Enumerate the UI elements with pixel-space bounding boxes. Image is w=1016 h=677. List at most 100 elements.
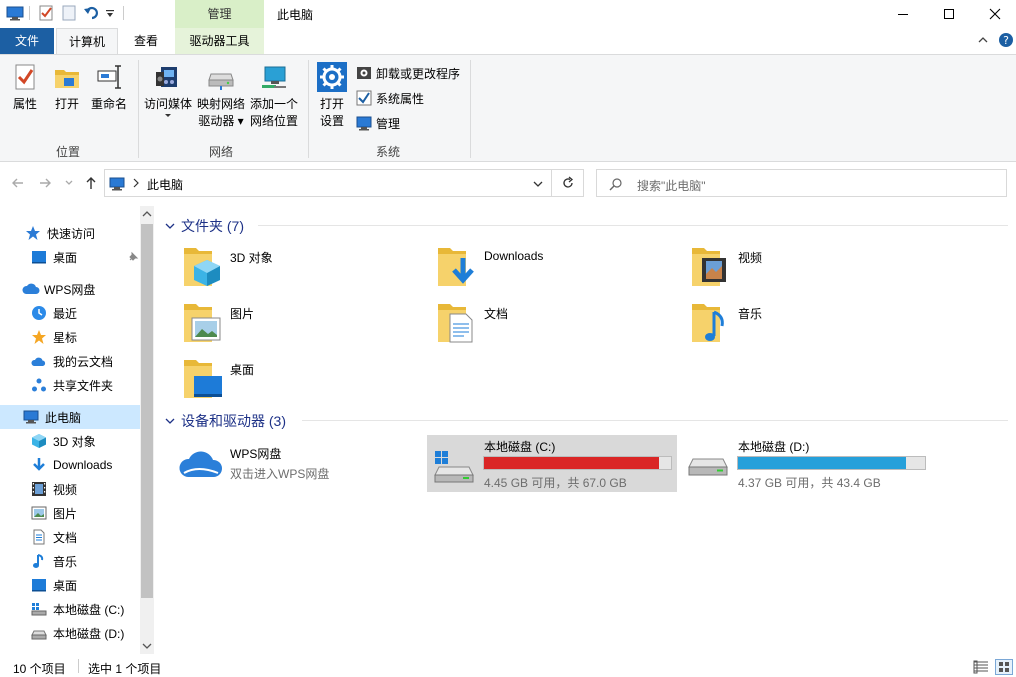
nav-label: Downloads — [53, 458, 113, 472]
nav-shared-folder[interactable]: 共享文件夹 — [31, 373, 113, 397]
properties-large-icon — [10, 62, 40, 92]
nav-recent[interactable]: 最近 — [31, 301, 77, 325]
nav-downloads[interactable]: Downloads — [31, 453, 112, 477]
rename-button[interactable]: 重命名 — [89, 62, 129, 113]
details-view-icon[interactable] — [973, 660, 989, 674]
tab-computer[interactable]: 计算机 — [56, 28, 118, 55]
folder-tile[interactable]: Downloads — [436, 241, 676, 291]
access-media-button[interactable]: 访问媒体 — [143, 62, 193, 119]
maximize-button[interactable] — [926, 0, 972, 28]
folder-documents-icon — [438, 304, 473, 343]
nav-wps[interactable]: WPS网盘 — [22, 277, 95, 301]
drive-c-tile[interactable]: 本地磁盘 (C:) 4.45 GB 可用，共 67.0 GB — [427, 435, 677, 492]
folder-tile[interactable]: 桌面 — [182, 353, 422, 403]
open-settings-button[interactable]: 打开 设置 — [314, 62, 350, 130]
devices-group-title: 设备和驱动器 (3) — [181, 413, 286, 429]
nav-this-pc[interactable]: 此电脑 — [23, 405, 81, 429]
close-button[interactable] — [972, 0, 1016, 28]
folder-tile[interactable]: 音乐 — [690, 297, 930, 347]
nav-scrollbar-thumb[interactable] — [141, 224, 153, 598]
properties-label: 属性 — [12, 97, 37, 111]
help-icon[interactable]: ? — [998, 32, 1014, 48]
pin-icon[interactable] — [127, 251, 139, 263]
uninstall-button[interactable]: 卸载或更改程序 — [356, 62, 460, 84]
system-drive-icon — [31, 603, 47, 616]
computer-icon — [109, 176, 125, 192]
system-properties-icon — [356, 90, 372, 106]
folder-tile[interactable]: 文档 — [436, 297, 676, 347]
nav-my-cloud-docs[interactable]: 我的云文档 — [31, 349, 113, 373]
nav-documents[interactable]: 文档 — [31, 525, 77, 549]
system-group-label: 系统 — [376, 145, 401, 159]
breadcrumb-chevron-icon[interactable] — [132, 178, 140, 188]
open-button[interactable]: 打开 — [50, 62, 84, 113]
tab-drive-tools[interactable]: 驱动器工具 — [175, 28, 264, 54]
up-arrow-icon[interactable] — [84, 176, 98, 190]
address-dropdown-icon[interactable] — [533, 180, 543, 188]
folders-group-header[interactable]: 文件夹 (7) — [165, 216, 244, 236]
folder-tile[interactable]: 图片 — [182, 297, 422, 347]
manage-button[interactable]: 管理 — [356, 112, 400, 134]
undo-icon[interactable] — [83, 4, 101, 22]
open-folder-icon — [52, 62, 82, 92]
refresh-button[interactable] — [552, 169, 584, 197]
nav-desktop-pinned[interactable]: 桌面 — [31, 245, 139, 269]
large-icons-view-button[interactable] — [995, 659, 1013, 675]
wps-drive-tile[interactable]: WPS网盘 双击进入WPS网盘 — [178, 437, 418, 489]
drive-d-name: 本地磁盘 (D:) — [738, 440, 810, 454]
minimize-button[interactable] — [880, 0, 926, 28]
wps-drive-text: WPS网盘 双击进入WPS网盘 — [230, 445, 329, 482]
computer-icon[interactable] — [6, 4, 24, 22]
devices-group-header[interactable]: 设备和驱动器 (3) — [165, 411, 286, 431]
wps-drive-subtitle: 双击进入WPS网盘 — [230, 467, 330, 481]
tab-file[interactable]: 文件 — [0, 28, 54, 54]
collapse-ribbon-icon[interactable] — [977, 34, 989, 46]
address-bar[interactable]: 此电脑 — [104, 169, 552, 197]
nav-drive-d[interactable]: 本地磁盘 (D:) — [31, 621, 124, 645]
folders-group-title: 文件夹 (7) — [181, 218, 244, 234]
folder-name: 音乐 — [738, 307, 763, 321]
folder-desktop-icon — [184, 360, 222, 398]
nav-label: 音乐 — [53, 554, 78, 569]
new-folder-icon[interactable] — [60, 4, 78, 22]
folder-tile[interactable]: 视频 — [690, 241, 930, 291]
search-input[interactable]: 搜索"此电脑" — [596, 169, 1007, 197]
refresh-icon — [561, 176, 575, 190]
nav-videos[interactable]: 视频 — [31, 477, 77, 501]
nav-label: 星标 — [53, 330, 78, 345]
properties-button[interactable]: 属性 — [8, 62, 42, 113]
desktop-icon — [32, 579, 46, 592]
nav-quick-access[interactable]: 快速访问 — [25, 221, 95, 245]
drive-d-tile[interactable]: 本地磁盘 (D:) 4.37 GB 可用，共 43.4 GB — [681, 435, 931, 492]
forward-arrow-icon[interactable] — [38, 176, 52, 190]
nav-drive-c[interactable]: 本地磁盘 (C:) — [31, 597, 124, 621]
qat-dropdown-icon[interactable] — [105, 9, 115, 19]
map-drive-label-1: 映射网络 — [196, 97, 245, 111]
back-arrow-icon[interactable] — [11, 176, 25, 190]
cloud-icon — [22, 283, 40, 294]
nav-starred[interactable]: 星标 — [31, 325, 77, 349]
media-icon — [153, 62, 183, 92]
scroll-up-icon[interactable] — [142, 210, 152, 218]
properties-icon[interactable] — [37, 4, 55, 22]
scroll-down-icon[interactable] — [142, 642, 152, 650]
manage-context-label: 管理 — [207, 7, 232, 21]
nav-label: 文档 — [53, 530, 78, 545]
map-network-drive-button[interactable]: 映射网络 驱动器 ▾ — [196, 62, 246, 130]
nav-pictures[interactable]: 图片 — [31, 501, 77, 525]
tab-view[interactable]: 查看 — [124, 28, 168, 54]
nav-music[interactable]: 音乐 — [31, 549, 77, 573]
breadcrumb[interactable]: 此电脑 — [147, 176, 183, 193]
nav-label: 桌面 — [53, 578, 78, 593]
folder-tile[interactable]: 3D 对象 — [182, 241, 422, 291]
settings-gear-icon — [316, 62, 348, 92]
folder-3d-objects-icon — [184, 248, 220, 286]
access-media-label: 访问媒体 — [143, 97, 192, 111]
system-properties-button[interactable]: 系统属性 — [356, 87, 424, 109]
recent-locations-icon[interactable] — [65, 179, 73, 187]
add-network-location-button[interactable]: 添加一个 网络位置 — [249, 62, 299, 130]
tiles-view-icon — [999, 662, 1009, 672]
chevron-down-icon — [164, 113, 172, 119]
nav-desktop[interactable]: 桌面 — [31, 573, 77, 597]
nav-3d-objects[interactable]: 3D 对象 — [31, 429, 96, 453]
